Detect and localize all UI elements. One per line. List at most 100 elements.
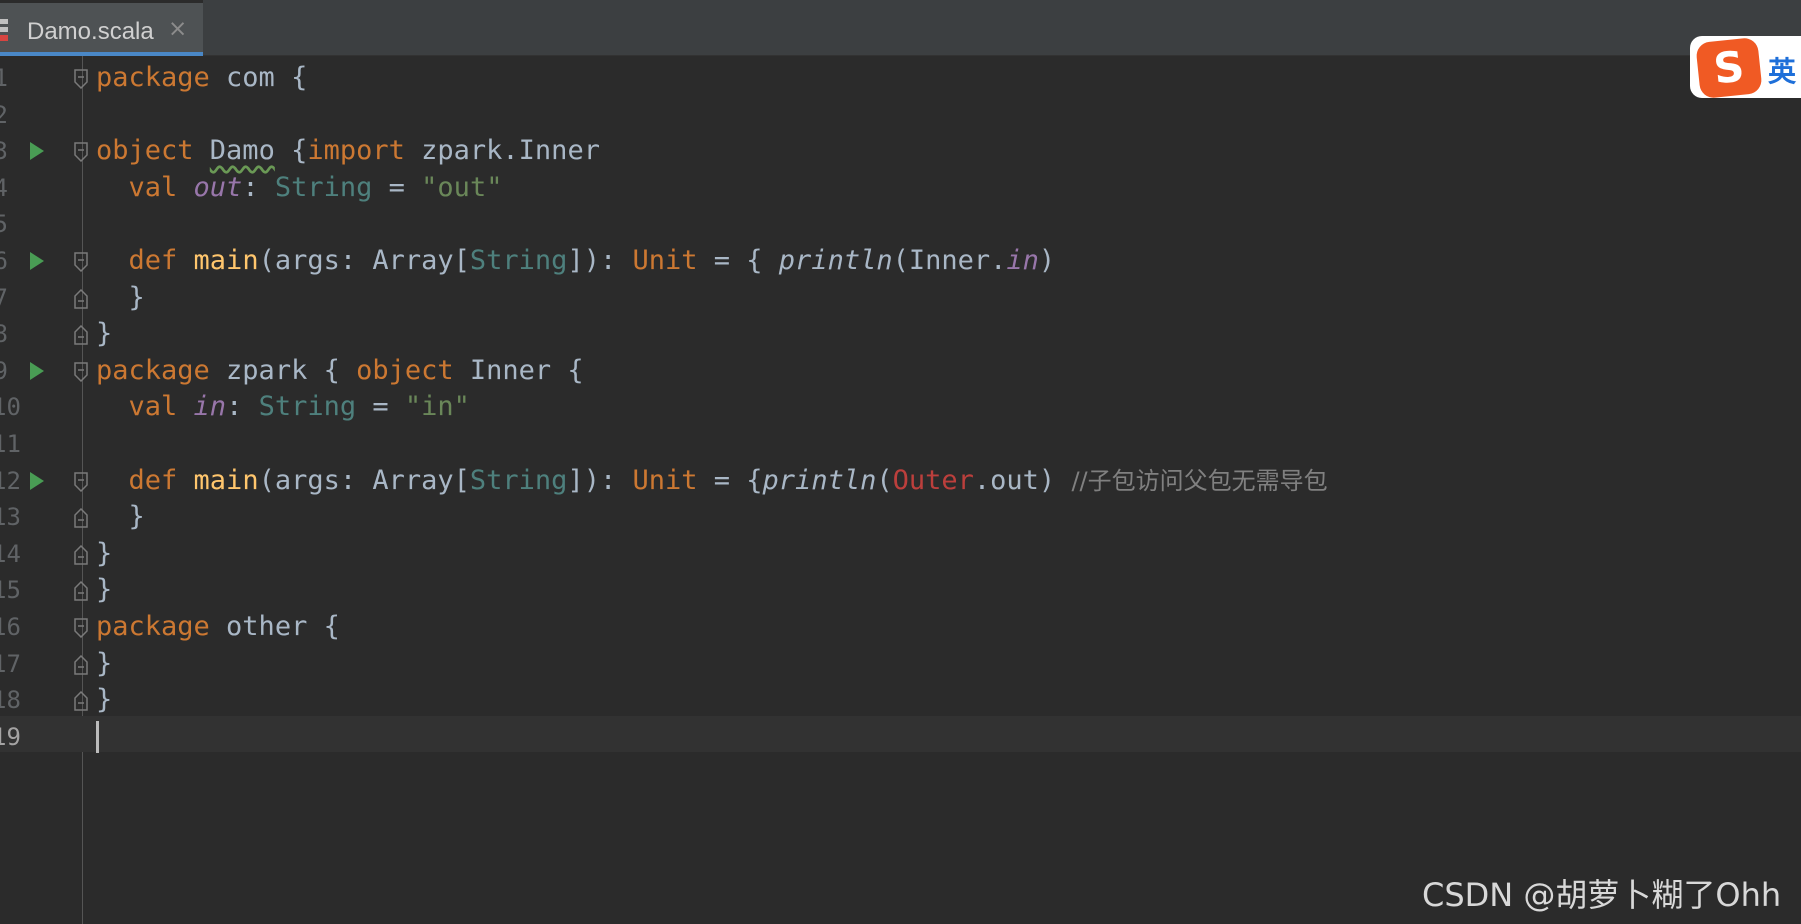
fold-close-icon[interactable]	[74, 508, 88, 528]
code-token: }	[96, 574, 113, 606]
code-line[interactable]: 6 def main(args: Array[String]): Unit = …	[0, 240, 1801, 277]
code-line[interactable]: 7 }	[0, 277, 1801, 314]
code-text: val in: String = "in"	[96, 393, 470, 421]
code-line[interactable]: 16 package other {	[0, 606, 1801, 643]
code-token: = {	[697, 464, 763, 496]
line-number: 19	[0, 722, 21, 751]
code-line[interactable]: 10 val in: String = "in"	[0, 386, 1801, 423]
code-token: }	[96, 684, 113, 716]
run-gutter-icon[interactable]	[30, 252, 44, 270]
code-line[interactable]: 17}	[0, 643, 1801, 680]
fold-open-icon[interactable]	[74, 252, 88, 272]
code-token: :	[226, 391, 259, 423]
code-text: }	[96, 281, 145, 313]
ime-indicator[interactable]: S 英	[1690, 36, 1801, 100]
code-token: def	[128, 245, 194, 276]
code-token: zpark.Inner	[421, 135, 600, 167]
code-token: println	[762, 464, 877, 496]
line-number: 1	[0, 64, 8, 92]
code-line[interactable]: 12 def main(args: Array[String]): Unit =…	[0, 460, 1801, 497]
code-token: }	[96, 537, 113, 569]
run-gutter-icon[interactable]	[30, 142, 44, 161]
code-token: "in"	[404, 391, 470, 423]
code-line[interactable]: 1 package com {	[0, 57, 1801, 94]
code-line[interactable]: 15}	[0, 569, 1801, 606]
code-token: ]):	[567, 464, 633, 496]
code-token: }	[96, 647, 113, 679]
line-number: 13	[0, 503, 21, 532]
code-token: import	[307, 135, 422, 167]
text-caret	[96, 720, 99, 753]
code-token: package	[96, 354, 227, 386]
code-text: package com {	[96, 64, 307, 92]
code-text: }	[96, 320, 112, 348]
code-token: }	[96, 281, 145, 313]
code-line[interactable]: 4 val out: String = "out"	[0, 167, 1801, 204]
code-line[interactable]: 3 object Damo {import zpark.Inner	[0, 130, 1801, 167]
fold-close-icon[interactable]	[74, 544, 88, 565]
code-token: package	[96, 611, 227, 642]
code-token: Unit	[632, 464, 698, 496]
fold-open-icon[interactable]	[74, 618, 88, 638]
editor-tab-bar: Damo.scala ×	[0, 0, 1801, 56]
code-token: def	[128, 464, 194, 496]
code-text: }	[96, 686, 112, 714]
code-line[interactable]: 14}	[0, 533, 1801, 570]
code-text: }	[96, 503, 145, 531]
code-line[interactable]: 9 package zpark { object Inner {	[0, 350, 1801, 387]
code-token: Unit	[632, 245, 698, 276]
line-number: 12	[0, 466, 21, 495]
line-number: 17	[0, 649, 21, 678]
code-token: com {	[226, 62, 308, 93]
code-token: )	[1038, 245, 1056, 276]
code-text: }	[96, 576, 112, 604]
code-line[interactable]: 5	[0, 203, 1801, 240]
tab-damo-scala[interactable]: Damo.scala ×	[0, 0, 203, 56]
code-token: object	[96, 135, 210, 167]
fold-close-icon[interactable]	[74, 288, 88, 309]
code-token: //子包访问父包无需导包	[1071, 466, 1328, 495]
fold-open-icon[interactable]	[74, 69, 88, 89]
code-text: package other {	[96, 613, 340, 641]
code-token: (	[876, 464, 893, 496]
code-line[interactable]: 2	[0, 94, 1801, 131]
code-line[interactable]: 19	[0, 715, 1801, 753]
fold-open-icon[interactable]	[74, 142, 88, 163]
fold-close-icon[interactable]	[74, 325, 88, 345]
code-line[interactable]: 11	[0, 423, 1801, 460]
run-gutter-icon[interactable]	[30, 471, 44, 490]
code-token: (Inner.	[892, 245, 1007, 276]
code-line[interactable]: 13 }	[0, 496, 1801, 533]
line-number: 16	[0, 613, 21, 641]
fold-open-icon[interactable]	[74, 471, 88, 492]
line-number: 7	[0, 283, 8, 312]
fold-close-icon[interactable]	[74, 691, 88, 711]
line-number: 11	[0, 430, 21, 458]
fold-close-icon[interactable]	[74, 654, 88, 675]
fold-open-icon[interactable]	[74, 362, 88, 382]
line-number: 14	[0, 539, 21, 568]
code-line[interactable]: 18}	[0, 679, 1801, 716]
code-token: other {	[226, 611, 340, 642]
code-token: in	[193, 391, 227, 423]
line-number: 6	[0, 247, 8, 275]
fold-close-icon[interactable]	[74, 581, 88, 602]
code-text: }	[96, 647, 113, 679]
code-token: main	[193, 245, 259, 276]
code-token: }	[96, 501, 145, 533]
code-line[interactable]: 8}	[0, 313, 1801, 350]
line-number: 18	[0, 686, 21, 715]
run-gutter-icon[interactable]	[30, 361, 44, 380]
sogou-logo-icon: S	[1695, 36, 1763, 100]
code-token: "out"	[421, 171, 503, 203]
close-icon[interactable]: ×	[168, 16, 187, 42]
line-number: 2	[0, 100, 8, 129]
code-token: package	[96, 62, 227, 93]
code-token: zpark {	[226, 354, 357, 386]
line-number: 4	[0, 173, 8, 202]
code-text: package zpark { object Inner {	[96, 354, 584, 386]
code-token: =	[356, 391, 405, 423]
code-token: String	[469, 464, 568, 496]
line-number: 10	[0, 393, 21, 422]
